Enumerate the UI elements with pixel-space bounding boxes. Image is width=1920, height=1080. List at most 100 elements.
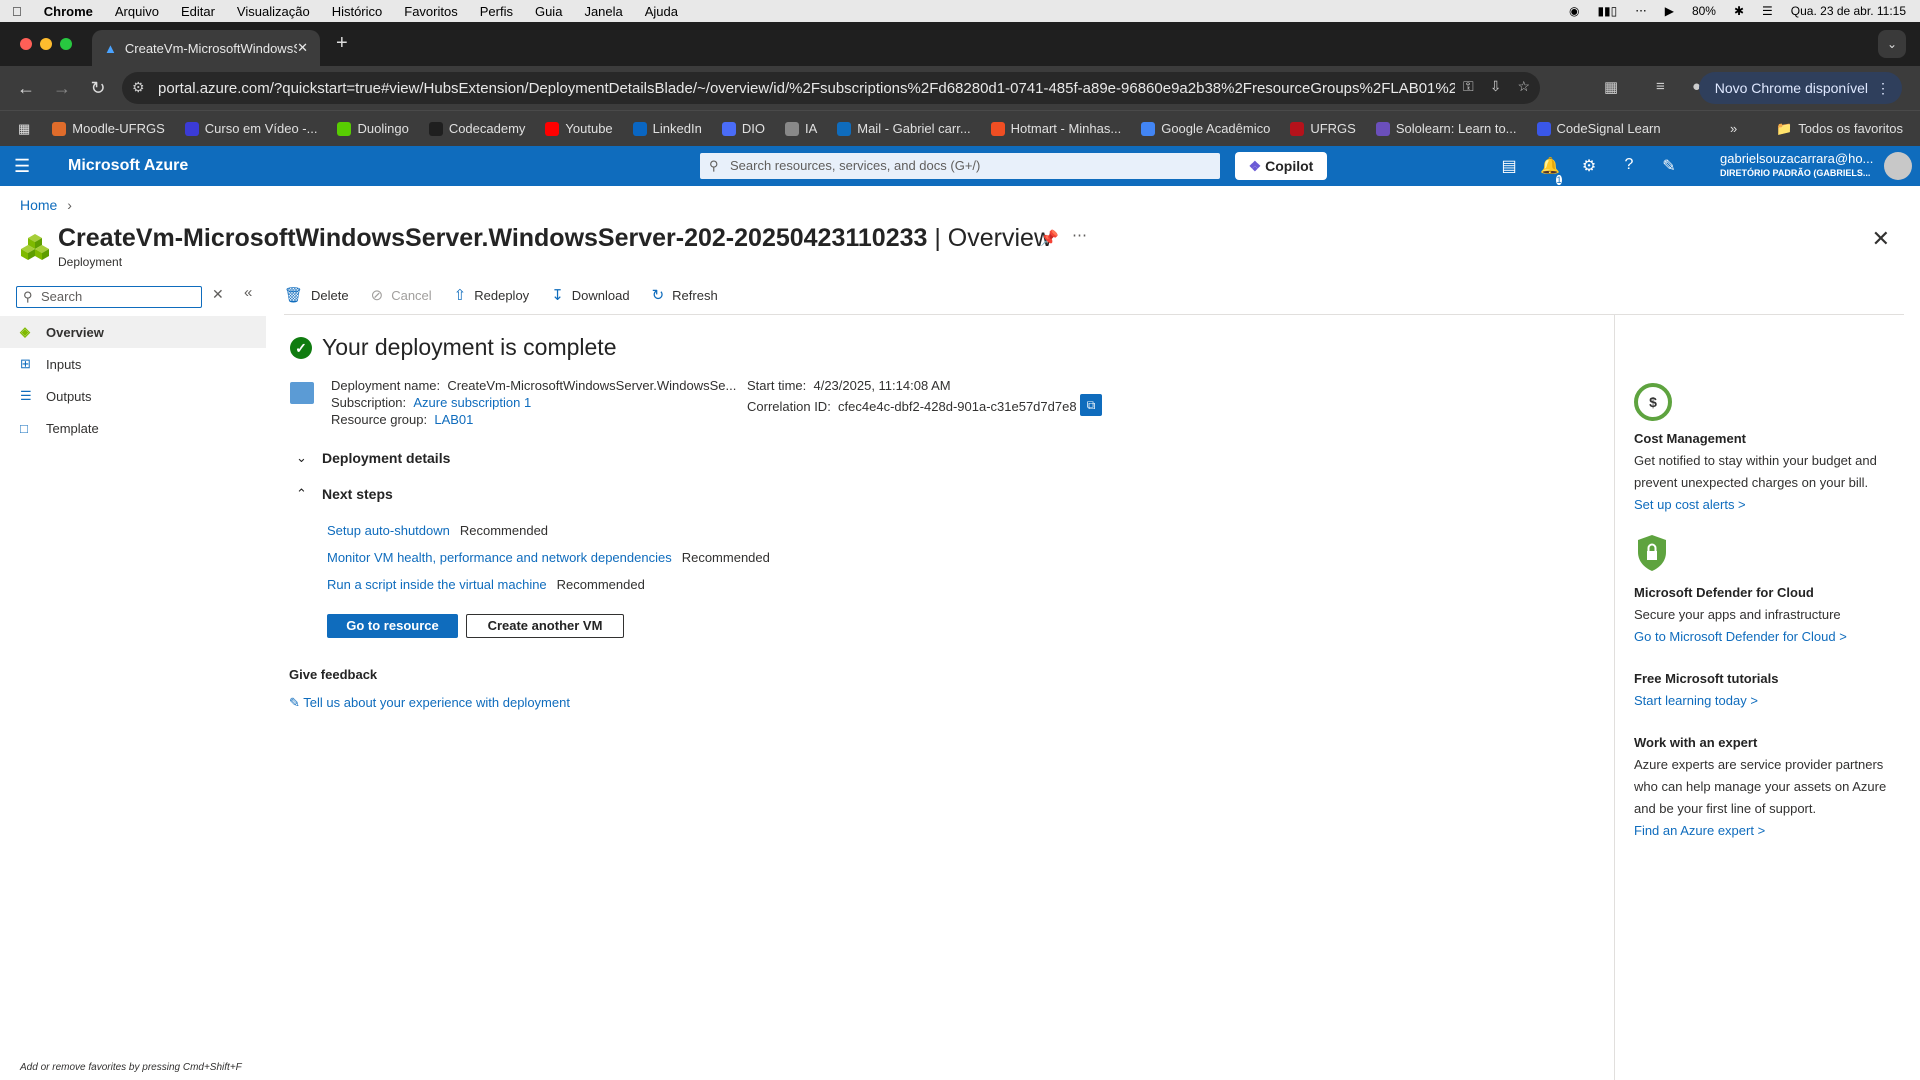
- menu-item-inputs[interactable]: ⊞ Inputs: [0, 348, 266, 380]
- account-menu[interactable]: gabrielsouzacarrara@ho... DIRETÓRIO PADR…: [1720, 151, 1880, 178]
- refresh-button[interactable]: ↻ Refresh: [652, 286, 718, 304]
- menu-chrome[interactable]: Chrome: [44, 4, 93, 19]
- create-another-vm-button[interactable]: Create another VM: [466, 614, 624, 638]
- deployment-details-toggle[interactable]: ⌄ Deployment details: [296, 450, 450, 466]
- tab-search-icon[interactable]: ⌄: [1878, 30, 1906, 58]
- bookmark-item[interactable]: LinkedIn: [632, 121, 702, 136]
- pin-icon[interactable]: 📌: [1040, 229, 1059, 247]
- menu-item-outputs[interactable]: ☰ Outputs: [0, 380, 266, 412]
- bookmark-item[interactable]: CodeSignal Learn: [1536, 121, 1661, 136]
- apple-icon[interactable]: : [12, 4, 22, 19]
- menu-visualizacao[interactable]: Visualização: [237, 4, 310, 19]
- forward-icon[interactable]: →: [52, 78, 72, 99]
- bookmark-item[interactable]: DIO: [721, 121, 765, 136]
- download-button[interactable]: ↧ Download: [551, 286, 629, 304]
- media-queue-icon[interactable]: ≡: [1656, 78, 1665, 95]
- settings-icon[interactable]: ⚙: [1580, 156, 1598, 194]
- accessibility-icon[interactable]: ◉: [1569, 4, 1579, 18]
- go-to-resource-button[interactable]: Go to resource: [327, 614, 458, 638]
- menu-favoritos[interactable]: Favoritos: [404, 4, 457, 19]
- back-icon[interactable]: ←: [16, 78, 36, 99]
- wifi-icon[interactable]: ⋅⋅⋅: [1635, 4, 1646, 18]
- bookmark-item[interactable]: Google Acadêmico: [1141, 121, 1270, 136]
- menu-item-overview[interactable]: ◈ Overview: [0, 316, 266, 348]
- bookmark-item[interactable]: UFRGS: [1290, 121, 1356, 136]
- cost-alerts-link[interactable]: Set up cost alerts >: [1634, 497, 1746, 512]
- zoom-window-button[interactable]: [60, 38, 72, 50]
- download-icon: ↧: [551, 287, 564, 304]
- bluetooth-icon[interactable]: ✱: [1734, 4, 1744, 18]
- notifications-icon[interactable]: 🔔1: [1540, 156, 1562, 194]
- avatar[interactable]: [1884, 152, 1912, 180]
- delete-button[interactable]: 🗑 Delete: [284, 286, 349, 304]
- setup-auto-shutdown-link[interactable]: Setup auto-shutdown: [327, 523, 450, 538]
- feedback-link[interactable]: Tell us about your experience with deplo…: [303, 695, 570, 710]
- menu-janela[interactable]: Janela: [584, 4, 622, 19]
- monitor-vm-health-link[interactable]: Monitor VM health, performance and netwo…: [327, 550, 672, 565]
- close-window-button[interactable]: [20, 38, 32, 50]
- reload-icon[interactable]: ↻: [88, 78, 108, 99]
- copilot-button[interactable]: ❖ Copilot: [1235, 152, 1327, 180]
- new-tab-button[interactable]: +: [336, 32, 348, 55]
- menu-perfis[interactable]: Perfis: [480, 4, 513, 19]
- play-icon[interactable]: ▶: [1665, 4, 1674, 18]
- feedback-icon[interactable]: ✎: [1660, 156, 1678, 194]
- tab-close-icon[interactable]: ✕: [297, 40, 308, 56]
- battery-indicator-icon[interactable]: ▮▮▯: [1597, 4, 1617, 18]
- bookmark-item[interactable]: IA: [784, 121, 817, 136]
- portal-menu-icon[interactable]: ☰: [14, 156, 30, 177]
- cancel-button[interactable]: ⊘ Cancel: [371, 286, 432, 304]
- bookmark-item[interactable]: Sololearn: Learn to...: [1375, 121, 1517, 136]
- install-app-icon[interactable]: ⇩: [1490, 78, 1502, 95]
- defender-desc: Secure your apps and infrastructure: [1634, 607, 1841, 622]
- address-bar[interactable]: ⚙ portal.azure.com/?quickstart=true#view…: [122, 72, 1540, 104]
- bookmark-item[interactable]: Moodle-UFRGS: [52, 121, 165, 136]
- clear-search-icon[interactable]: ✕: [212, 286, 224, 303]
- bookmark-item[interactable]: Codecademy: [428, 121, 525, 136]
- menu-historico[interactable]: Histórico: [332, 4, 383, 19]
- extensions-icon[interactable]: ▦: [1604, 78, 1618, 96]
- browser-tab[interactable]: ▲ CreateVm-MicrosoftWindowsServer.Window…: [92, 30, 320, 66]
- clock[interactable]: Qua. 23 de abr. 11:15: [1791, 4, 1906, 18]
- bookmark-item[interactable]: Mail - Gabriel carr...: [837, 121, 971, 136]
- subscription-link[interactable]: Azure subscription 1: [413, 395, 531, 410]
- menu-item-template[interactable]: □ Template: [0, 412, 266, 444]
- all-favorites[interactable]: 📁 Todos os favoritos: [1776, 121, 1903, 137]
- menu-ajuda[interactable]: Ajuda: [645, 4, 678, 19]
- battery-percent[interactable]: 80%: [1692, 4, 1716, 18]
- bookmark-star-icon[interactable]: ☆: [1517, 78, 1530, 95]
- bookmark-item[interactable]: Duolingo: [337, 121, 409, 136]
- help-icon[interactable]: ?: [1620, 156, 1638, 194]
- copy-icon[interactable]: ⧉: [1080, 394, 1102, 416]
- password-key-icon[interactable]: ⚿: [1463, 78, 1474, 95]
- bookmark-item[interactable]: Hotmart - Minhas...: [990, 121, 1121, 136]
- url-text[interactable]: portal.azure.com/?quickstart=true#view/H…: [158, 80, 1477, 97]
- global-search-input[interactable]: ⚲ Search resources, services, and docs (…: [700, 153, 1220, 179]
- menu-guia[interactable]: Guia: [535, 4, 562, 19]
- breadcrumb-home[interactable]: Home: [20, 197, 57, 213]
- defender-link[interactable]: Go to Microsoft Defender for Cloud >: [1634, 629, 1847, 644]
- menu-arquivo[interactable]: Arquivo: [115, 4, 159, 19]
- site-info-icon[interactable]: ⚙: [132, 79, 145, 96]
- resource-group-link[interactable]: LAB01: [434, 412, 473, 427]
- bookmark-item[interactable]: Youtube: [545, 121, 613, 136]
- bookmark-item[interactable]: Curso em Vídeo -...: [184, 121, 317, 136]
- menu-search-input[interactable]: ⚲ Search: [16, 286, 202, 308]
- menu-editar[interactable]: Editar: [181, 4, 215, 19]
- apps-grid-icon[interactable]: ▦: [18, 121, 30, 137]
- close-icon[interactable]: ✕: [1872, 226, 1890, 252]
- more-bookmarks-icon[interactable]: »: [1730, 121, 1737, 136]
- collapse-menu-icon[interactable]: «: [244, 284, 252, 301]
- next-steps-toggle[interactable]: ⌃ Next steps: [296, 486, 393, 502]
- more-options-icon[interactable]: ⋯: [1072, 226, 1087, 244]
- run-script-link[interactable]: Run a script inside the virtual machine: [327, 577, 547, 592]
- minimize-window-button[interactable]: [40, 38, 52, 50]
- expert-link[interactable]: Find an Azure expert >: [1634, 823, 1765, 838]
- chrome-update-button[interactable]: Novo Chrome disponível ⋮: [1698, 72, 1902, 104]
- cloud-shell-icon[interactable]: ▤: [1500, 156, 1518, 194]
- redeploy-button[interactable]: ⇧ Redeploy: [454, 286, 530, 304]
- control-center-icon[interactable]: ☰: [1762, 4, 1773, 18]
- tutorials-link[interactable]: Start learning today >: [1634, 693, 1758, 708]
- brand-title[interactable]: Microsoft Azure: [68, 157, 188, 175]
- status-heading: Your deployment is complete: [322, 334, 617, 360]
